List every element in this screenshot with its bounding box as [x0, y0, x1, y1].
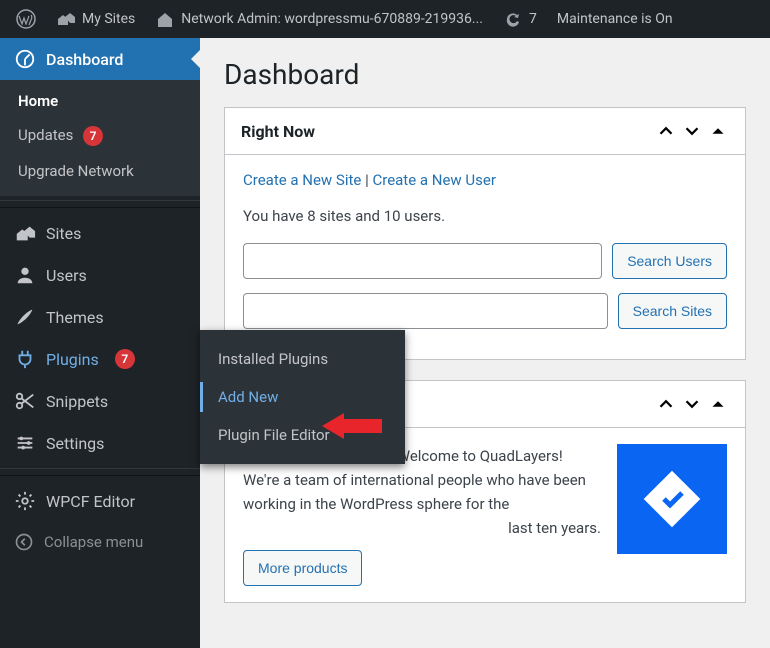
flyout-installed-plugins[interactable]: Installed Plugins — [200, 340, 405, 378]
users-icon — [14, 264, 36, 286]
collapse-menu[interactable]: Collapse menu — [0, 522, 200, 562]
quadlayers-text: Hi! We are Quadlayers! Welcome to QuadLa… — [243, 444, 601, 586]
menu-sites[interactable]: Sites — [0, 212, 200, 254]
create-site-link[interactable]: Create a New Site — [243, 171, 361, 189]
sites-icon — [14, 222, 36, 244]
maintenance-label: Maintenance is On — [557, 11, 673, 27]
updates-count: 7 — [529, 11, 537, 27]
menu-separator — [0, 468, 200, 476]
caret-up-icon[interactable] — [707, 120, 729, 142]
chevron-down-icon[interactable] — [681, 120, 703, 142]
my-sites-label: My Sites — [82, 11, 135, 27]
submenu-dashboard: Home Updates 7 Upgrade Network — [0, 80, 200, 196]
houses-icon — [56, 9, 76, 29]
flyout-add-new[interactable]: Add New — [200, 378, 405, 416]
submenu-home[interactable]: Home — [0, 84, 200, 118]
more-products-button[interactable]: More products — [243, 550, 362, 586]
menu-users-label: Users — [46, 266, 87, 285]
page-title: Dashboard — [224, 58, 746, 91]
network-admin-label: Network Admin: wordpressmu-670889-219936… — [181, 11, 483, 27]
chevron-down-icon[interactable] — [681, 393, 703, 415]
submenu-upgrade-label: Upgrade Network — [18, 162, 134, 180]
submenu-home-label: Home — [18, 92, 58, 110]
chevron-up-icon[interactable] — [655, 120, 677, 142]
network-stats: You have 8 sites and 10 users. — [243, 207, 727, 225]
dashboard-icon — [14, 48, 36, 70]
menu-separator — [0, 200, 200, 208]
search-sites-input[interactable] — [243, 293, 608, 329]
create-links-row: Create a New Site | Create a New User — [243, 171, 727, 189]
search-sites-button[interactable]: Search Sites — [618, 293, 727, 329]
menu-wpcf-editor[interactable]: WPCF Editor — [0, 480, 200, 522]
gear-icon — [14, 490, 36, 512]
submenu-updates-label: Updates — [18, 126, 73, 144]
menu-snippets[interactable]: Snippets — [0, 380, 200, 422]
right-now-metabox: Right Now Create a New Site | Create a N… — [224, 107, 746, 360]
maintenance-menu[interactable]: Maintenance is On — [549, 0, 681, 38]
wp-logo-menu[interactable] — [8, 0, 44, 38]
menu-plugins-label: Plugins — [46, 350, 99, 369]
menu-wpcf-label: WPCF Editor — [46, 492, 135, 511]
network-admin-menu[interactable]: Network Admin: wordpressmu-670889-219936… — [147, 0, 491, 38]
right-now-body: Create a New Site | Create a New User Yo… — [225, 155, 745, 359]
menu-dashboard-label: Dashboard — [46, 50, 123, 69]
quadlayers-logo — [617, 444, 727, 554]
brush-icon — [14, 306, 36, 328]
my-sites-menu[interactable]: My Sites — [48, 0, 143, 38]
menu-themes-label: Themes — [46, 308, 104, 327]
red-arrow-icon — [322, 413, 382, 439]
submenu-upgrade-network[interactable]: Upgrade Network — [0, 154, 200, 188]
metabox-controls — [655, 120, 729, 142]
collapse-icon — [14, 532, 34, 552]
menu-sites-label: Sites — [46, 224, 81, 243]
create-user-link[interactable]: Create a New User — [372, 171, 495, 189]
menu-dashboard[interactable]: Dashboard — [0, 38, 200, 80]
plugins-flyout: Installed Plugins Add New Plugin File Ed… — [200, 330, 405, 464]
menu-plugins[interactable]: Plugins 7 — [0, 338, 200, 380]
admin-bar: My Sites Network Admin: wordpressmu-6708… — [0, 0, 770, 38]
menu-themes[interactable]: Themes — [0, 296, 200, 338]
flyout-editor-label: Plugin File Editor — [218, 426, 330, 444]
refresh-icon — [503, 9, 523, 29]
plugins-badge: 7 — [115, 349, 135, 369]
menu-settings-label: Settings — [46, 434, 104, 453]
menu-snippets-label: Snippets — [46, 392, 108, 411]
admin-sidebar: Dashboard Home Updates 7 Upgrade Network… — [0, 38, 200, 648]
updates-menu[interactable]: 7 — [495, 0, 545, 38]
search-sites-row: Search Sites — [243, 293, 727, 329]
updates-badge: 7 — [83, 126, 103, 146]
wordpress-icon — [16, 9, 36, 29]
diamond-check-icon — [637, 464, 707, 534]
menu-settings[interactable]: Settings — [0, 422, 200, 464]
caret-up-icon[interactable] — [707, 393, 729, 415]
flyout-add-new-label: Add New — [218, 388, 278, 406]
right-now-header: Right Now — [225, 108, 745, 155]
flyout-installed-label: Installed Plugins — [218, 350, 328, 368]
menu-users[interactable]: Users — [0, 254, 200, 296]
search-users-row: Search Users — [243, 243, 727, 279]
plug-icon — [14, 348, 36, 370]
search-users-input[interactable] — [243, 243, 602, 279]
quadlayers-text-b: last ten years. — [243, 516, 601, 540]
search-users-button[interactable]: Search Users — [612, 243, 727, 279]
collapse-label: Collapse menu — [44, 533, 143, 551]
right-now-title: Right Now — [241, 122, 315, 141]
metabox-controls — [655, 393, 729, 415]
scissors-icon — [14, 390, 36, 412]
sliders-icon — [14, 432, 36, 454]
submenu-updates[interactable]: Updates 7 — [0, 118, 200, 154]
chevron-up-icon[interactable] — [655, 393, 677, 415]
house-icon — [155, 9, 175, 29]
